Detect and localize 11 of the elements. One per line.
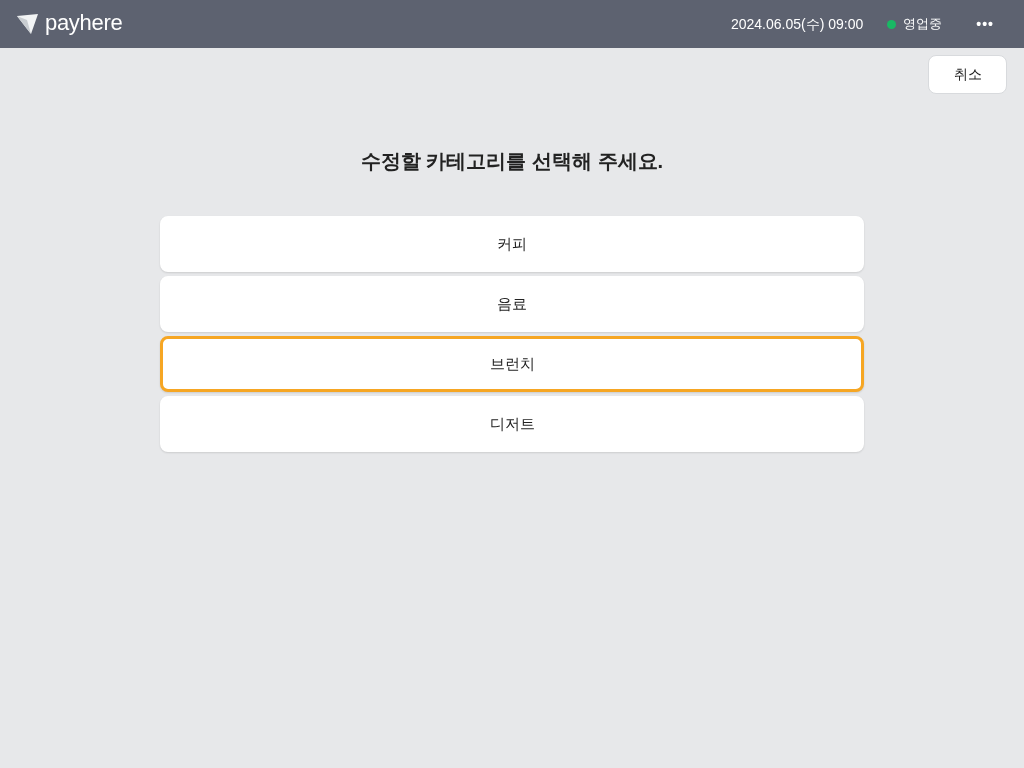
date-time: 2024.06.05(수) 09:00 <box>730 14 864 34</box>
more-button[interactable]: ••• <box>976 17 994 31</box>
cancel-button[interactable]: 취소 <box>928 55 1007 94</box>
logo-icon <box>17 14 39 34</box>
category-option[interactable]: 디저트 <box>160 396 864 452</box>
page-title: 수정할 카테고리를 선택해 주세요. <box>359 149 665 174</box>
category-option[interactable]: 커피 <box>160 216 864 272</box>
logo-wordmark: payhere <box>45 12 123 36</box>
category-option[interactable]: 음료 <box>160 276 864 332</box>
status-label: 영업중 <box>903 15 943 34</box>
category-option[interactable]: 브런치 <box>160 336 864 392</box>
